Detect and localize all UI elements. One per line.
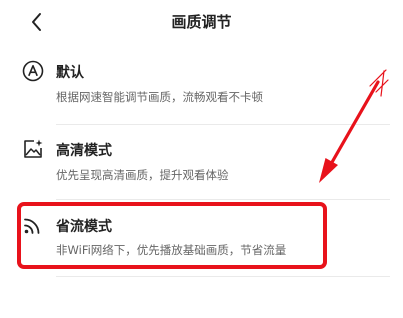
auto-a-icon [22,60,44,82]
highlight-box [17,202,327,269]
option-hd-description: 优先呈现高清画质，提升观看体验 [56,168,229,182]
page-title: 画质调节 [171,13,232,31]
option-hd-title: 高清模式 [56,143,112,159]
option-default[interactable]: 默认 根据网速智能调节画质，流畅观看不卡顿 [22,60,392,110]
header-bar: 画质调节 [0,0,403,46]
option-hd[interactable]: 高清模式 优先呈现高清画质，提升观看体验 [22,138,392,188]
option-default-title: 默认 [56,65,84,81]
option-default-description: 根据网速智能调节画质，流畅观看不卡顿 [56,90,263,104]
divider [56,199,390,200]
hd-image-icon [22,138,44,160]
divider [56,276,390,277]
divider [56,124,390,125]
